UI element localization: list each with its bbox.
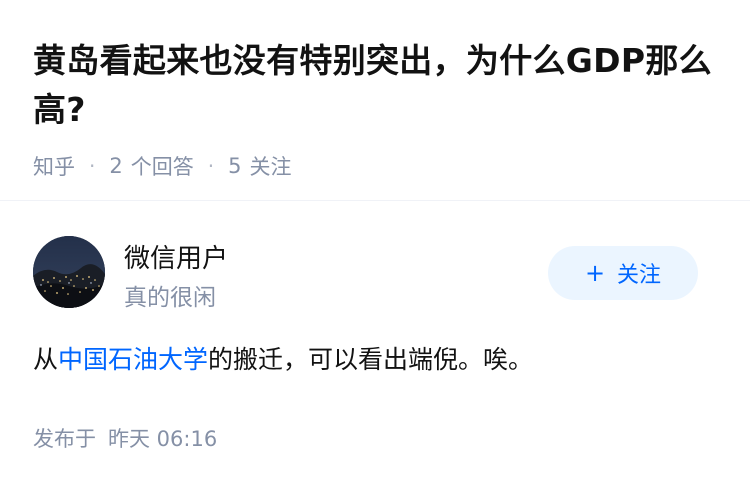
answer-footer: 发布于 昨天 06:16 (33, 423, 217, 453)
answer-text-after: 的搬迁，可以看出端倪。唉。 (208, 345, 534, 374)
follower-count-label: 关注 (249, 155, 292, 179)
answer-count: 2 (109, 154, 123, 178)
question-title[interactable]: 黄岛看起来也没有特别突出，为什么GDP那么高? (33, 36, 723, 134)
follow-button[interactable]: + 关注 (548, 246, 698, 300)
question-meta: 知乎 · 2 个回答 · 5 关注 (33, 151, 723, 181)
avatar[interactable] (33, 236, 105, 308)
author-row: 微信用户 真的很闲 + 关注 (33, 236, 698, 311)
plus-icon: + (584, 259, 606, 287)
separator-dot: · (89, 154, 96, 178)
author-name[interactable]: 微信用户 (124, 238, 228, 275)
answer-link[interactable]: 中国石油大学 (58, 345, 208, 374)
follow-button-label: 关注 (617, 263, 662, 288)
author-bio: 真的很闲 (124, 285, 216, 311)
answer-content: 从中国石油大学的搬迁，可以看出端倪。唉。 (33, 340, 533, 380)
follower-count: 5 (228, 154, 242, 178)
answer-text-before: 从 (33, 345, 59, 374)
question-header: 黄岛看起来也没有特别突出，为什么GDP那么高? 知乎 · 2 个回答 · 5 关… (33, 36, 723, 181)
city-night-avatar-icon (33, 236, 105, 308)
separator-dot: · (207, 154, 215, 178)
answer-count-label: 个回答 (130, 155, 194, 179)
published-time: 昨天 06:16 (108, 427, 218, 451)
published-label: 发布于 (33, 427, 96, 451)
source-label[interactable]: 知乎 (33, 151, 75, 181)
section-divider (0, 200, 750, 201)
